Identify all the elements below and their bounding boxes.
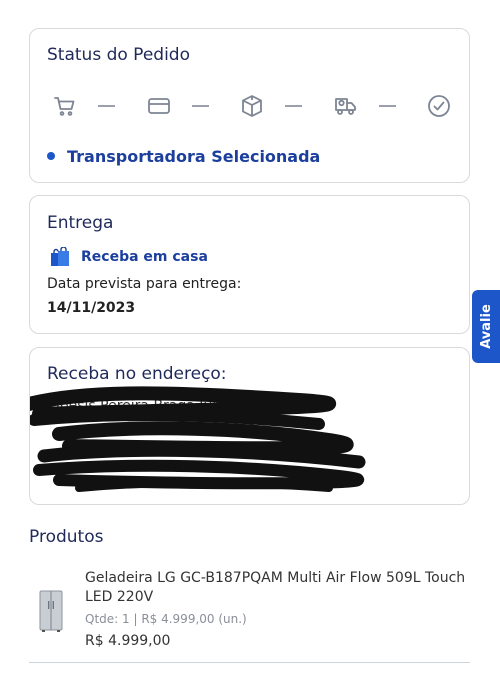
delivery-card: Entrega Receba em casa Data prevista par…	[29, 195, 470, 334]
step-connector	[192, 105, 209, 107]
cart-icon	[52, 93, 78, 119]
feedback-side-tab[interactable]: Avalie	[472, 290, 500, 363]
order-progress-steps	[52, 93, 452, 119]
delivery-method-label: Receba em casa	[81, 249, 208, 265]
product-price: R$ 4.999,00	[85, 633, 171, 649]
status-dot-icon	[47, 152, 55, 160]
divider	[29, 662, 470, 663]
delivery-date-value: 14/11/2023	[47, 300, 136, 316]
product-item[interactable]: Geladeira LG GC-B187PQAM Multi Air Flow …	[29, 567, 470, 663]
delivery-truck-icon	[333, 93, 359, 119]
order-status-card: Status do Pedido Transportadora Selecion…	[29, 28, 470, 183]
redaction-scribble	[30, 386, 366, 492]
current-status: Transportadora Selecionada	[47, 145, 320, 167]
product-thumbnail	[39, 590, 63, 632]
address-title: Receba no endereço:	[47, 364, 227, 384]
order-status-title: Status do Pedido	[47, 45, 190, 65]
product-name: Geladeira LG GC-B187PQAM Multi Air Flow …	[85, 570, 466, 605]
product-quantity: Qtde: 1 | R$ 4.999,00 (un.)	[85, 612, 247, 626]
products-title: Produtos	[29, 527, 104, 547]
current-status-label: Transportadora Selecionada	[67, 146, 321, 166]
step-connector	[98, 105, 115, 107]
step-connector	[379, 105, 396, 107]
package-icon	[239, 93, 265, 119]
credit-card-icon	[146, 93, 172, 119]
feedback-tab-label: Avalie	[478, 304, 494, 349]
address-card: Receba no endereço: Elbesis Pereira Brag…	[29, 347, 470, 505]
step-connector	[285, 105, 302, 107]
delivery-title: Entrega	[47, 213, 114, 233]
delivery-method: Receba em casa	[49, 247, 208, 267]
check-circle-icon	[426, 93, 452, 119]
shopping-bags-icon	[51, 247, 69, 266]
delivery-date-label: Data prevista para entrega:	[47, 276, 242, 292]
